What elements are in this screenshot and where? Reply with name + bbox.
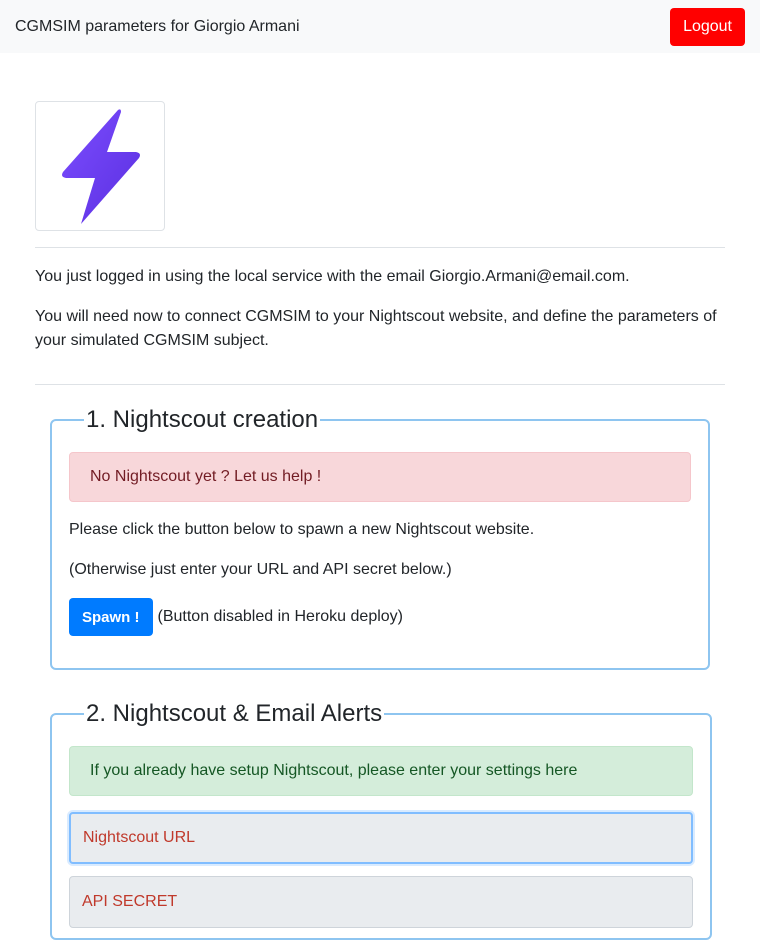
login-info-text: You just logged in using the local servi…	[35, 268, 630, 285]
nightscout-email-alerts-section: 2. Nightscout & Email Alerts If you alre…	[50, 700, 712, 940]
section-legend: 1. Nightscout creation	[86, 406, 319, 433]
lightning-bolt-icon	[62, 109, 140, 224]
nightscout-creation-section: 1. Nightscout creation No Nightscout yet…	[50, 406, 710, 670]
logo	[35, 101, 165, 231]
section-legend: 2. Nightscout & Email Alerts	[86, 700, 383, 727]
main-content: You just logged in using the local servi…	[35, 101, 725, 385]
page-title: CGMSIM parameters for Giorgio Armani	[15, 17, 300, 35]
navbar: CGMSIM parameters for Giorgio Armani Log…	[0, 0, 760, 53]
spawn-note: (Button disabled in Heroku deploy)	[157, 608, 403, 625]
divider	[35, 384, 725, 385]
settings-alert: If you already have setup Nightscout, pl…	[69, 746, 693, 796]
spawn-row: Spawn ! (Button disabled in Heroku deplo…	[69, 598, 691, 636]
api-secret-input[interactable]	[69, 876, 693, 928]
alternative-instructions: (Otherwise just enter your URL and API s…	[69, 561, 452, 578]
nightscout-url-input[interactable]	[69, 812, 693, 864]
help-alert: No Nightscout yet ? Let us help !	[69, 452, 691, 502]
logout-button[interactable]: Logout	[670, 7, 745, 46]
divider	[35, 247, 725, 248]
spawn-instructions: Please click the button below to spawn a…	[69, 521, 535, 538]
spawn-button[interactable]: Spawn !	[69, 598, 153, 636]
instructions-text: You will need now to connect CGMSIM to y…	[35, 308, 717, 349]
